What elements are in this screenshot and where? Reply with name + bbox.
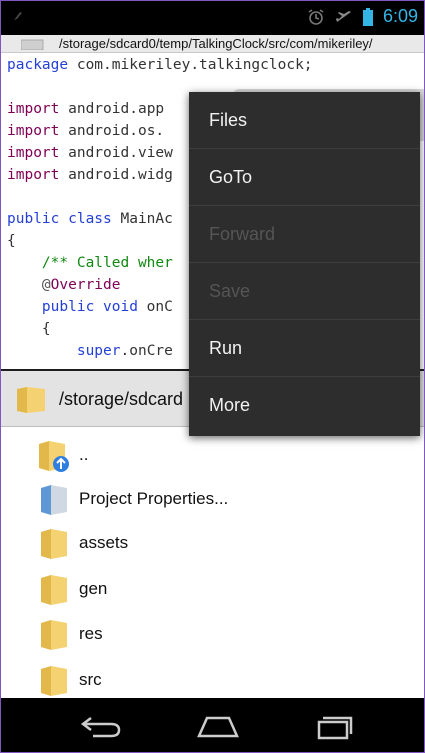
list-item-label: res [79, 624, 103, 643]
code-line: { [7, 321, 51, 337]
recents-icon[interactable] [313, 712, 357, 740]
folder-up-icon [39, 441, 69, 472]
list-item[interactable]: res [1, 611, 424, 657]
alarm-icon [308, 8, 324, 25]
code-line: /** Called wher [41, 255, 173, 271]
navigation-bar [1, 698, 424, 752]
code-line: import android.view [7, 145, 173, 161]
menu-item-files[interactable]: Files [189, 92, 420, 149]
list-item-label: assets [79, 533, 129, 552]
menu-item-label: More [209, 395, 251, 415]
code-line: package com.mikeriley.talkingclock; [7, 57, 313, 73]
current-file-path: /storage/sdcard0/temp/TalkingClock/src/c… [59, 36, 373, 51]
home-icon[interactable] [193, 712, 243, 740]
list-item[interactable]: Project Properties... [1, 476, 424, 522]
code-line: import android.app [7, 101, 165, 117]
list-item[interactable]: gen [1, 566, 424, 612]
menu-item-forward: Forward [189, 206, 420, 263]
list-item-label: .. [79, 445, 89, 464]
phone-screen: 6:09 /storage/sdcard0/temp/TalkingClock/… [0, 0, 425, 753]
list-item-label: gen [79, 579, 108, 598]
file-tab-icon [21, 39, 44, 50]
folder-icon [41, 666, 67, 696]
current-file-path-bar: /storage/sdcard0/temp/TalkingClock/src/c… [1, 35, 424, 53]
code-line: { [7, 233, 16, 249]
properties-file-icon [41, 485, 67, 515]
list-item-label: src [79, 670, 102, 689]
menu-item-run[interactable]: Run [189, 320, 420, 377]
list-item[interactable]: .. [1, 432, 424, 478]
back-icon[interactable] [77, 712, 125, 740]
menu-item-label: Save [209, 281, 251, 301]
clock-time: 6:09 [382, 6, 418, 26]
code-line: import android.widg [7, 167, 173, 183]
folder-icon [41, 620, 67, 650]
menu-item-label: Files [209, 110, 248, 130]
menu-item-goto[interactable]: GoTo [189, 149, 420, 206]
list-item-label: Project Properties... [79, 489, 229, 508]
menu-item-label: Forward [209, 224, 276, 244]
menu-item-save: Save [189, 263, 420, 320]
code-line: super.onCre [76, 343, 173, 359]
list-item[interactable]: assets [1, 520, 424, 566]
menu-item-label: Run [209, 338, 243, 358]
folder-icon [17, 387, 45, 413]
battery-icon [362, 7, 373, 26]
code-line: public class MainAc [7, 211, 173, 227]
code-line: import android.os. [7, 123, 165, 139]
folder-icon [41, 575, 67, 605]
code-line: public void onC [41, 299, 173, 315]
usb-debug-icon [14, 12, 22, 20]
file-browser-path: /storage/sdcard [59, 389, 184, 409]
status-bar: 6:09 [1, 1, 424, 35]
code-line: @Override [41, 277, 121, 293]
menu-item-label: GoTo [209, 167, 253, 187]
folder-icon [41, 529, 67, 559]
airplane-mode-icon [335, 10, 351, 22]
overflow-menu: Files GoTo Forward Save Run More [189, 92, 420, 436]
menu-item-more[interactable]: More [189, 377, 420, 434]
file-list: .. Project Properties... assets gen res … [1, 428, 424, 698]
list-item[interactable]: src [1, 657, 424, 703]
